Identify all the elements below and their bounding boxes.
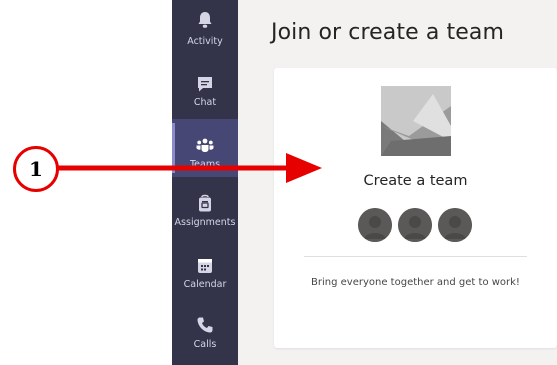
calendar-icon — [198, 259, 212, 273]
avatar — [358, 208, 392, 242]
rail-item-chat[interactable]: Chat — [172, 60, 238, 118]
person-icon — [438, 208, 472, 242]
rail-item-assignments[interactable]: Assignments — [172, 184, 238, 242]
assignments-icon — [199, 194, 211, 212]
team-placeholder-image — [381, 86, 451, 156]
rail-item-label: Assignments — [174, 217, 236, 228]
person-icon — [358, 208, 392, 242]
rail-item-calls[interactable]: Calls — [172, 305, 238, 363]
phone-icon — [197, 317, 213, 333]
page-title: Join or create a team — [271, 20, 504, 45]
card-title: Create a team — [363, 173, 468, 189]
annotation-number: 1 — [29, 157, 43, 181]
rail-item-label: Activity — [187, 36, 223, 47]
rail-item-calendar[interactable]: Calendar — [172, 246, 238, 304]
annotation-callout: 1 — [13, 146, 59, 192]
avatar — [438, 208, 472, 242]
app-rail: Activity Chat Teams Assignments Calendar… — [172, 0, 238, 365]
avatar — [398, 208, 432, 242]
rail-item-label: Calls — [193, 339, 217, 350]
teams-window: Activity Chat Teams Assignments Calendar… — [0, 0, 557, 365]
chat-icon — [198, 77, 212, 92]
card-description: Bring everyone together and get to work! — [311, 277, 520, 288]
card-divider — [304, 256, 527, 257]
avatar-group — [358, 208, 473, 242]
person-icon — [398, 208, 432, 242]
rail-item-label: Chat — [193, 97, 217, 108]
rail-item-activity[interactable]: Activity — [172, 0, 238, 58]
create-team-card[interactable]: Create a team Bring everyone together an… — [274, 68, 557, 348]
bell-icon — [198, 12, 212, 28]
teams-icon — [196, 138, 214, 152]
rail-item-teams[interactable]: Teams — [172, 119, 238, 177]
rail-item-label: Calendar — [183, 279, 227, 290]
rail-item-label: Teams — [189, 159, 221, 170]
main-content: Join or create a team Create a team Brin… — [238, 0, 557, 365]
